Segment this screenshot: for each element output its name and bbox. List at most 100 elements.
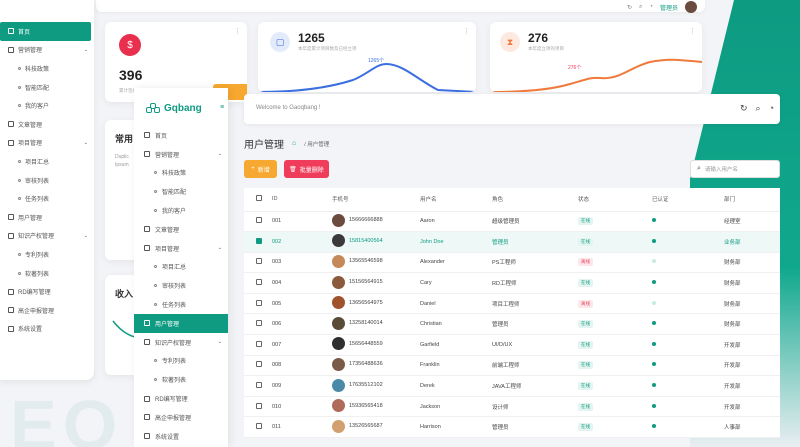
- batch-delete-button[interactable]: 🗑 批量删除: [284, 160, 329, 178]
- sidebar-item[interactable]: 项目管理 ⌄: [134, 239, 228, 258]
- sidebar-item[interactable]: 专利列表: [0, 245, 94, 264]
- sidebar-item[interactable]: 项目汇总: [134, 258, 228, 277]
- row-checkbox[interactable]: [256, 402, 262, 409]
- sidebar-item[interactable]: 用户管理: [134, 313, 228, 333]
- refresh-icon[interactable]: ↻: [740, 103, 748, 114]
- cell-phone: 13526565687: [349, 423, 383, 430]
- cell-phone: 15656448559: [349, 340, 383, 347]
- table-row[interactable]: 004 15156564915 Cary RD工程师 在线 财务部: [244, 272, 780, 294]
- sidebar-item[interactable]: RD编写管理: [134, 389, 228, 408]
- cell-department: 人事部: [724, 416, 780, 439]
- quick-card-line-2: Ipsum: [115, 162, 129, 168]
- sidebar-item[interactable]: 科技政策: [0, 59, 94, 78]
- table-row[interactable]: 010 15936565418 Jackson 设计师 在线 开发部: [244, 396, 780, 418]
- row-checkbox[interactable]: [256, 382, 262, 389]
- chevron-down-icon: ⌄: [83, 139, 88, 146]
- notification-icon[interactable]: ◔: [649, 4, 653, 10]
- sidebar-item[interactable]: 知识产权管理 ⌄: [134, 333, 228, 352]
- sidebar-item[interactable]: 审核列表: [0, 171, 94, 190]
- sidebar-item[interactable]: 首页: [0, 22, 91, 41]
- more-icon[interactable]: ⋮: [234, 27, 241, 35]
- row-checkbox[interactable]: [256, 237, 262, 244]
- logo[interactable]: Gqbang: [134, 88, 228, 118]
- home-icon[interactable]: ⌂: [292, 140, 296, 147]
- add-user-button[interactable]: + 新增: [244, 160, 277, 178]
- refresh-icon[interactable]: ↻: [627, 4, 632, 11]
- avatar: [332, 234, 345, 248]
- chevron-down-icon: ⌄: [217, 245, 222, 252]
- sidebar-item[interactable]: 高企申报管理: [0, 301, 94, 320]
- sidebar-item[interactable]: 文章管理: [134, 220, 228, 239]
- sidebar-item[interactable]: 高企申报管理: [134, 408, 228, 427]
- sidebar-item[interactable]: 专利列表: [134, 352, 228, 371]
- bullet-icon: [154, 265, 157, 269]
- avatar: [332, 296, 345, 310]
- avatar: [332, 419, 345, 433]
- table-row[interactable]: 007 15656448559 Garfield UI/D/UX 在线 开发部: [244, 334, 780, 356]
- sidebar-item[interactable]: 知识产权管理 ⌄: [0, 227, 94, 246]
- cell-department: 业务部: [724, 231, 780, 253]
- sidebar-item-label: 高企申报管理: [155, 415, 192, 422]
- sidebar-item[interactable]: 项目管理 ⌄: [0, 134, 94, 153]
- sidebar-item[interactable]: 系统设置: [134, 427, 228, 446]
- table-row[interactable]: 008 17356488636 Franklin 前端工程师 在线 开发部: [244, 355, 780, 377]
- table-row[interactable]: 003 13565546598 Alexander PS工程师 离线 财务部: [244, 252, 780, 274]
- sidebar-item[interactable]: 文章管理: [0, 115, 94, 134]
- status-badge: 离线: [578, 299, 593, 308]
- table-row[interactable]: 002 15815400564 John Doe 管理员 在线 业务部: [244, 231, 780, 253]
- sidebar-item[interactable]: 软著列表: [134, 370, 228, 389]
- rd-icon: [8, 288, 14, 295]
- avatar: [332, 254, 345, 268]
- sidebar-item-label: 审核列表: [25, 178, 50, 185]
- table-row[interactable]: 001 15666666888 Aaron 超级管理员 在线 经理室: [244, 211, 780, 233]
- user-search-input[interactable]: ⌕ 请输入用户名: [690, 160, 780, 178]
- sidebar-item[interactable]: 软著列表: [0, 264, 94, 283]
- sidebar-item[interactable]: 智能匹配: [0, 78, 94, 97]
- table-row[interactable]: 009 17635512102 Derek JAVA工程师 在线 开发部: [244, 375, 780, 397]
- bullet-icon: [18, 159, 21, 163]
- bullet-icon: [154, 378, 157, 382]
- table-row[interactable]: 006 13258140014 Christian 管理员 在线 财务部: [244, 313, 780, 336]
- sidebar-item[interactable]: 任务列表: [0, 189, 94, 208]
- sidebar-item[interactable]: 智能匹配: [134, 182, 228, 201]
- search-icon[interactable]: ⌕: [639, 4, 642, 11]
- row-checkbox[interactable]: [256, 320, 262, 327]
- sidebar-item[interactable]: 首页: [134, 126, 228, 145]
- sidebar-item[interactable]: RD编写管理: [0, 282, 94, 301]
- table-row[interactable]: 011 13526565687 Harrison 管理员 在线 人事部: [244, 416, 780, 439]
- row-checkbox[interactable]: [256, 299, 262, 306]
- chevron-down-icon: ⌄: [217, 339, 222, 346]
- cell-role: 前端工程师: [492, 355, 578, 377]
- sidebar-item[interactable]: 任务列表: [134, 295, 228, 314]
- status-badge: 在线: [578, 217, 593, 226]
- row-checkbox[interactable]: [256, 279, 262, 286]
- sidebar-item-label: 项目管理: [155, 246, 180, 253]
- notification-icon[interactable]: ◔: [769, 103, 774, 114]
- sidebar-item[interactable]: 营销管理 ⌄: [0, 41, 94, 60]
- background-watermark: EO: [10, 386, 124, 447]
- front-topbar: Welcome to Gaoqbang ! ↻ ⌕ ◔: [244, 94, 780, 124]
- sidebar-item[interactable]: 营销管理 ⌄: [134, 145, 228, 164]
- cell-department: 开发部: [724, 375, 780, 397]
- cell-username: John Doe: [420, 231, 492, 253]
- sidebar-item[interactable]: 我的客户: [134, 201, 228, 220]
- sidebar-item[interactable]: 我的客户: [0, 96, 94, 115]
- sidebar-item[interactable]: 审核列表: [134, 276, 228, 295]
- sidebar-item[interactable]: 用户管理: [0, 208, 94, 227]
- select-all-checkbox[interactable]: [256, 195, 262, 202]
- search-icon[interactable]: ⌕: [756, 103, 761, 114]
- chevron-down-icon: ⌄: [83, 232, 88, 239]
- sidebar-item[interactable]: 科技政策: [134, 164, 228, 183]
- row-checkbox[interactable]: [256, 258, 262, 265]
- sidebar-item[interactable]: 项目汇总: [0, 152, 94, 171]
- sidebar-item[interactable]: 系统设置: [0, 320, 94, 339]
- sidebar-item-label: 首页: [18, 29, 31, 36]
- row-checkbox[interactable]: [256, 423, 262, 430]
- row-checkbox[interactable]: [256, 361, 262, 368]
- row-checkbox[interactable]: [256, 217, 262, 224]
- menu-fold-icon[interactable]: ≡: [220, 104, 224, 111]
- row-checkbox[interactable]: [256, 340, 262, 347]
- table-row[interactable]: 005 13656564975 Daniel 项目工程师 离线 财务部: [244, 293, 780, 315]
- avatar[interactable]: [685, 1, 697, 13]
- cell-department: 财务部: [724, 313, 780, 336]
